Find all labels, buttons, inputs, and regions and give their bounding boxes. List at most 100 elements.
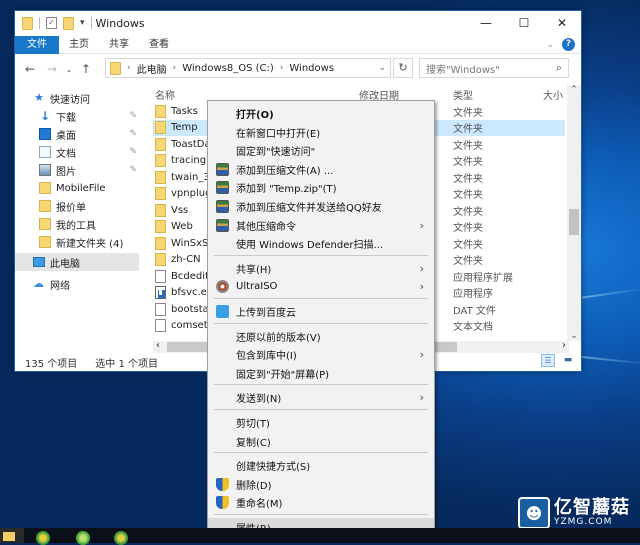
sidebar-item-this-pc[interactable]: 此电脑 (15, 253, 139, 271)
folder-icon (155, 203, 166, 217)
scroll-right-icon[interactable]: › (562, 340, 566, 351)
menu-item[interactable]: 共享(H) › (208, 259, 434, 278)
address-dropdown-icon[interactable]: ⌄ (378, 63, 386, 73)
file-icon (155, 302, 166, 316)
address-bar[interactable]: › 此电脑 › Windows8_OS (C:) › Windows ⌄ (105, 58, 391, 78)
sidebar-item-desktop[interactable]: 桌面 ✎ (15, 125, 139, 143)
menu-item-label: 添加到压缩文件并发送给QQ好友 (236, 203, 382, 214)
sidebar-item-pictures[interactable]: 图片 ✎ (15, 161, 139, 179)
menu-item[interactable]: 包含到库中(I) › (208, 345, 434, 364)
menu-item-label: UltraISO (236, 281, 278, 293)
sidebar-item-mobilefile[interactable]: MobileFile (15, 179, 139, 197)
desktop-icon (39, 128, 51, 140)
menu-item[interactable]: 复制(C) (208, 432, 434, 451)
file-icon (155, 319, 166, 333)
tab-share[interactable]: 共享 (99, 36, 139, 54)
menu-item[interactable]: 删除(D) (208, 475, 434, 494)
submenu-arrow-icon: › (419, 391, 424, 405)
menu-item[interactable]: 使用 Windows Defender扫描... (208, 234, 434, 253)
pin-icon[interactable]: ✎ (129, 129, 137, 139)
sidebar-item-my-tools[interactable]: 我的工具 (15, 215, 139, 233)
navigation-pane: ★ 快速访问 ↓ 下载 ✎ 桌面 ✎ 文档 ✎ 图片 ✎ MobileFile 报价单 我的… (15, 89, 139, 341)
menu-item-label: 包含到库中(I) (236, 351, 297, 363)
recent-locations-icon[interactable]: ⌄ (63, 65, 75, 74)
menu-item[interactable]: 发送到(N) › (208, 388, 434, 407)
computer-icon (33, 257, 45, 267)
menu-item[interactable]: 重命名(M) (208, 493, 434, 512)
navigation-bar: ← → ⌄ ↑ › 此电脑 › Windows8_OS (C:) › Windo… (15, 58, 581, 80)
search-input[interactable]: 搜索"Windows" ⌕ (419, 58, 569, 78)
column-header-type[interactable]: 类型 (453, 87, 473, 102)
menu-item-label: 添加到压缩文件(A) ... (236, 165, 334, 177)
menu-item[interactable]: 剪切(T) (208, 413, 434, 432)
minimize-button[interactable]: — (467, 11, 505, 35)
sidebar-item-network[interactable]: ☁ 网络 (15, 275, 139, 293)
sidebar-item-new-folder-4[interactable]: 新建文件夹 (4) (15, 233, 139, 251)
sidebar-item-quick-access[interactable]: ★ 快速访问 (15, 89, 139, 107)
file-type: 文件夹 (453, 140, 483, 152)
menu-item-label: 重命名(M) (236, 499, 283, 511)
window-controls: — ☐ ✕ (467, 11, 581, 35)
quick-access-toolbar: ✓ ▾ (15, 16, 92, 30)
large-icons-view-icon[interactable]: ▬ (561, 354, 575, 367)
sidebar-item-quotes[interactable]: 报价单 (15, 197, 139, 215)
menu-item[interactable]: 添加到压缩文件(A) ... (208, 160, 434, 179)
breadcrumb-item[interactable]: Windows8_OS (C:) (182, 63, 274, 74)
tab-view[interactable]: 查看 (139, 36, 179, 54)
submenu-arrow-icon: › (419, 218, 424, 232)
breadcrumb-item[interactable]: Windows (289, 63, 334, 74)
context-menu: 打开(O) 在新窗口中打开(E) 固定到"快速访问" 添加到压缩文件(A) ... 添加… (207, 100, 435, 537)
view-switcher: ☰ ▬ (541, 354, 575, 367)
taskbar-file-explorer[interactable] (0, 528, 24, 543)
selection-count: 选中 1 个项目 (95, 359, 158, 370)
menu-item[interactable]: 固定到"快速访问" (208, 141, 434, 160)
menu-separator (214, 298, 428, 299)
menu-item[interactable]: 打开(O) (208, 104, 434, 123)
search-icon[interactable]: ⌕ (556, 61, 562, 75)
menu-item[interactable]: 创建快捷方式(S) (208, 456, 434, 475)
menu-item[interactable]: 其他压缩命令 › (208, 216, 434, 235)
close-button[interactable]: ✕ (543, 11, 581, 35)
menu-item[interactable]: 添加到压缩文件并发送给QQ好友 (208, 197, 434, 216)
new-folder-icon[interactable] (63, 16, 74, 30)
vertical-scrollbar[interactable]: ⌃ ⌄ (567, 85, 581, 341)
sidebar-item-downloads[interactable]: ↓ 下载 ✎ (15, 107, 139, 125)
column-header-size[interactable]: 大小 (543, 87, 563, 102)
refresh-button[interactable]: ↻ (393, 58, 413, 78)
archive-icon (216, 200, 229, 213)
cloud-icon (216, 305, 229, 318)
menu-item[interactable]: 还原以前的版本(V) (208, 327, 434, 346)
menu-item[interactable]: 添加到 "Temp.zip"(T) (208, 178, 434, 197)
forward-button[interactable]: → (41, 62, 63, 76)
help-icon[interactable]: ? (562, 38, 575, 51)
properties-icon[interactable]: ✓ (46, 17, 57, 29)
pin-icon[interactable]: ✎ (129, 147, 137, 157)
breadcrumb-item[interactable]: 此电脑 (137, 61, 167, 76)
expand-ribbon-icon[interactable]: ⌄ (546, 40, 554, 50)
file-icon (155, 269, 166, 283)
breadcrumb-separator: › (172, 63, 177, 73)
customize-toolbar-icon[interactable]: ▾ (80, 18, 85, 28)
up-button[interactable]: ↑ (75, 62, 97, 76)
menu-item[interactable]: UltraISO › (208, 277, 434, 296)
pin-icon[interactable]: ✎ (129, 165, 137, 175)
menu-item[interactable]: 上传到百度云 (208, 302, 434, 321)
sidebar-item-label: 文档 (56, 148, 76, 160)
pin-icon[interactable]: ✎ (129, 111, 137, 121)
scroll-up-icon[interactable]: ⌃ (567, 85, 581, 95)
sidebar-item-documents[interactable]: 文档 ✎ (15, 143, 139, 161)
menu-item[interactable]: 在新窗口中打开(E) (208, 123, 434, 142)
maximize-button[interactable]: ☐ (505, 11, 543, 35)
scroll-thumb[interactable] (569, 209, 579, 235)
menu-item-label: 创建快捷方式(S) (236, 462, 311, 474)
folder-icon (3, 532, 15, 541)
menu-item[interactable]: 固定到"开始"屏幕(P) (208, 364, 434, 383)
details-view-icon[interactable]: ☰ (541, 354, 555, 367)
scroll-down-icon[interactable]: ⌄ (567, 331, 581, 341)
tab-file[interactable]: 文件 (15, 35, 59, 54)
scroll-left-icon[interactable]: ‹ (156, 340, 160, 351)
tab-home[interactable]: 主页 (59, 36, 99, 54)
menu-separator (214, 409, 428, 410)
back-button[interactable]: ← (19, 62, 41, 76)
column-header-name[interactable]: 名称 (155, 87, 175, 102)
